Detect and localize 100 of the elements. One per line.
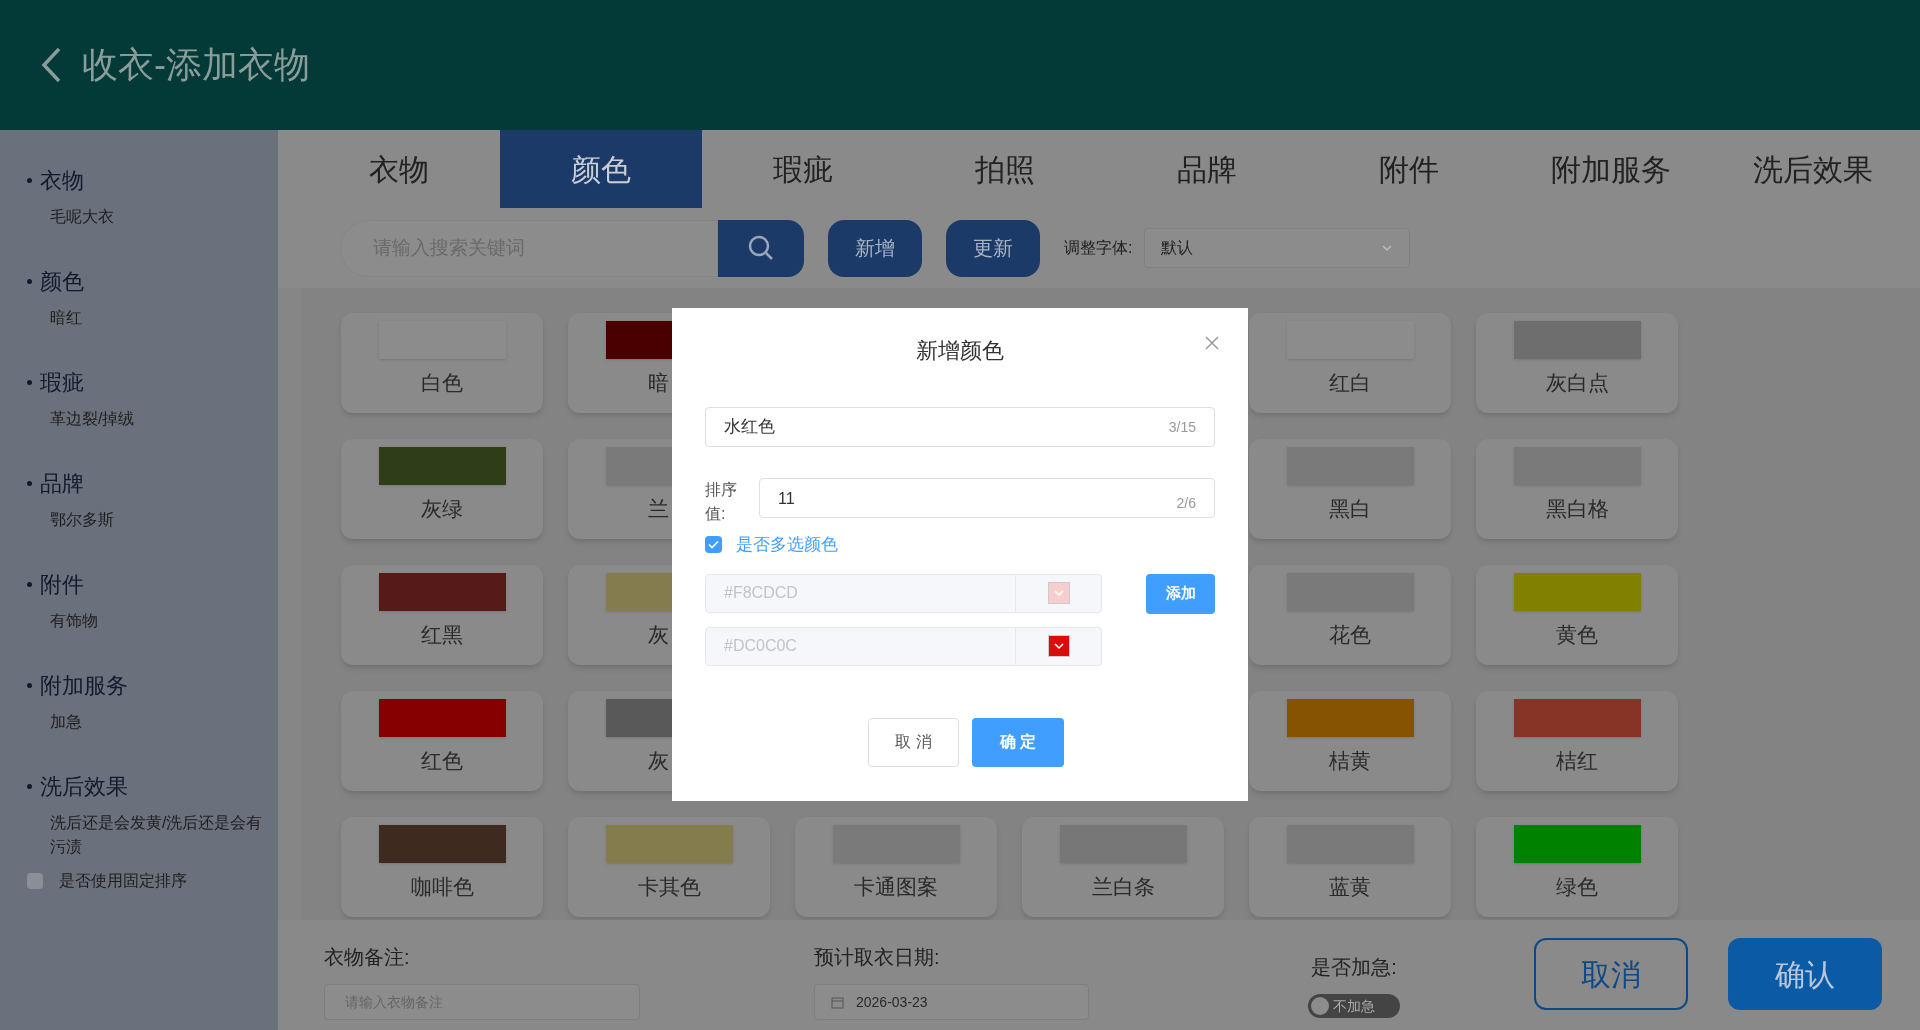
name-field[interactable]: 水红色 3/15 xyxy=(705,407,1215,447)
section-value: 暗红 xyxy=(49,308,83,328)
bullet-icon xyxy=(27,279,32,284)
dialog-cancel-button[interactable]: 取 消 xyxy=(868,717,959,767)
section-title: 洗后效果 xyxy=(40,773,128,801)
note-label: 衣物备注: xyxy=(324,945,411,970)
add-button[interactable]: 添加 xyxy=(1146,573,1215,614)
toolbar-button[interactable]: 更新 xyxy=(946,219,1040,277)
section-title: 衣物 xyxy=(40,167,84,195)
color-label: 灰绿 xyxy=(421,496,463,522)
checkbox-label: 是否使用固定排序 xyxy=(59,871,187,891)
color-card[interactable]: 绿色 xyxy=(1476,817,1678,917)
bullet-icon xyxy=(27,784,32,789)
color-label: 黑白格 xyxy=(1545,496,1609,522)
color-card[interactable]: 蓝黄 xyxy=(1249,817,1451,917)
toolbar-button[interactable]: 新增 xyxy=(828,219,922,277)
color-card[interactable]: 兰白条 xyxy=(1022,817,1224,917)
checkbox[interactable] xyxy=(27,873,43,889)
color-label: 灰 xyxy=(648,622,669,648)
color-label: 黑白 xyxy=(1329,496,1371,522)
section-title: 附件 xyxy=(40,571,84,599)
sort-field[interactable]: 11 2/6 xyxy=(759,478,1215,518)
color-card[interactable]: 卡其色 xyxy=(568,817,770,917)
chevron-icon xyxy=(1052,589,1065,597)
close-icon[interactable] xyxy=(1205,336,1219,350)
bullet-icon xyxy=(27,683,32,688)
tab[interactable]: 衣物 xyxy=(298,130,500,208)
section-value: 革边裂/掉绒 xyxy=(49,409,136,429)
color-card[interactable]: 红黑 xyxy=(341,565,543,665)
bullet-icon xyxy=(27,582,32,587)
bullet-icon xyxy=(27,380,32,385)
font-label: 调整字体: xyxy=(1064,238,1133,258)
section-title: 颜色 xyxy=(40,268,84,296)
color-picker[interactable] xyxy=(1016,626,1102,666)
section-value: 毛呢大衣 xyxy=(49,207,115,227)
color-label: 蓝黄 xyxy=(1329,874,1371,900)
tab[interactable]: 瑕疵 xyxy=(702,130,904,208)
chevron-icon xyxy=(1381,244,1394,252)
tab[interactable]: 品牌 xyxy=(1106,130,1308,208)
color-card[interactable]: 黄色 xyxy=(1476,565,1678,665)
chevron-icon xyxy=(1052,642,1065,650)
color-picker[interactable] xyxy=(1016,573,1102,613)
color-label: 黄色 xyxy=(1556,622,1598,648)
cancel-button[interactable]: 取消 xyxy=(1534,938,1688,1010)
urgent-switch[interactable]: 不加急 xyxy=(1308,994,1400,1018)
bullet-icon xyxy=(27,481,32,486)
color-label: 卡通图案 xyxy=(854,874,938,900)
section-title: 品牌 xyxy=(40,470,84,498)
search-icon xyxy=(747,234,775,262)
color-card[interactable]: 桔黄 xyxy=(1249,691,1451,791)
color-card[interactable]: 红白 xyxy=(1249,313,1451,413)
color-card[interactable]: 花色 xyxy=(1249,565,1451,665)
section-title: 瑕疵 xyxy=(40,369,84,397)
tab[interactable]: 拍照 xyxy=(904,130,1106,208)
tab[interactable]: 附加服务 xyxy=(1510,130,1712,208)
checkbox[interactable] xyxy=(705,536,722,554)
tab[interactable]: 颜色 xyxy=(500,130,702,208)
color-card[interactable]: 黑白 xyxy=(1249,439,1451,539)
color-card[interactable]: 白色 xyxy=(341,313,543,413)
urgent-label: 是否加急: xyxy=(1311,955,1397,980)
date-field[interactable]: 2026-03-23 xyxy=(814,984,1089,1020)
color-label: 灰白点 xyxy=(1545,370,1609,396)
color-card[interactable]: 桔红 xyxy=(1476,691,1678,791)
color-card[interactable]: 咖啡色 xyxy=(341,817,543,917)
page-title: 收衣-添加衣物 xyxy=(82,43,310,87)
font-select[interactable]: 默认 xyxy=(1144,228,1411,268)
color-label: 绿色 xyxy=(1556,874,1598,900)
bullet-icon xyxy=(27,178,32,183)
confirm-button[interactable]: 确认 xyxy=(1728,938,1882,1010)
color-label: 兰 xyxy=(648,496,669,522)
color-label: 咖啡色 xyxy=(410,874,474,900)
section-title: 附加服务 xyxy=(40,672,128,700)
sort-label: 排序值: xyxy=(705,480,738,524)
calendar-icon xyxy=(831,995,844,1009)
tab[interactable]: 洗后效果 xyxy=(1712,130,1914,208)
color-label: 白色 xyxy=(421,370,463,396)
color-label: 花色 xyxy=(1329,622,1371,648)
color-label: 桔红 xyxy=(1556,748,1598,774)
section-value: 有饰物 xyxy=(49,611,99,631)
color-card[interactable]: 灰绿 xyxy=(341,439,543,539)
check-icon xyxy=(708,540,719,550)
color-card[interactable]: 黑白格 xyxy=(1476,439,1678,539)
dialog-ok-button[interactable]: 确 定 xyxy=(972,717,1064,767)
color-card[interactable]: 卡通图案 xyxy=(795,817,997,917)
color-label: 兰白条 xyxy=(1091,874,1155,900)
color-card[interactable]: 红色 xyxy=(341,691,543,791)
section-value: 洗后还是会发黄/洗后还是会有污渍 xyxy=(49,813,264,857)
section-value: 鄂尔多斯 xyxy=(49,510,115,530)
color-label: 红黑 xyxy=(421,622,463,648)
color-label: 灰 xyxy=(648,748,669,774)
color-label: 暗 xyxy=(648,370,669,396)
color-label: 桔黄 xyxy=(1329,748,1371,774)
search-button[interactable] xyxy=(718,219,804,277)
tab[interactable]: 附件 xyxy=(1308,130,1510,208)
color-label: 红白 xyxy=(1329,370,1371,396)
color-card[interactable]: 灰白点 xyxy=(1476,313,1678,413)
dialog-title: 新增颜色 xyxy=(916,337,1004,365)
back-icon[interactable] xyxy=(40,46,62,84)
date-label: 预计取衣日期: xyxy=(814,945,941,970)
color-label: 红色 xyxy=(421,748,463,774)
